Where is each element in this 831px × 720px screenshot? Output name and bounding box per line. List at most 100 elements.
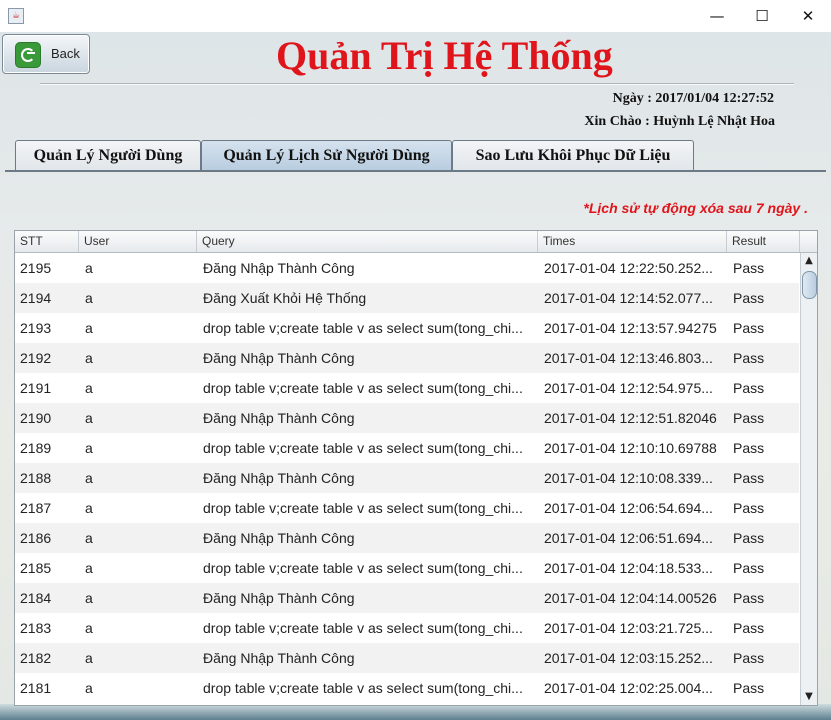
cell-user: a (85, 500, 93, 516)
cell-times: 2017-01-04 12:04:14.00526 (544, 590, 717, 606)
cell-query: drop table v;create table v as select su… (203, 320, 523, 336)
cell-stt: 2188 (20, 470, 52, 486)
table-row[interactable]: 2192 a Đăng Nhập Thành Công 2017-01-04 12:1… (15, 343, 799, 373)
cell-times: 2017-01-04 12:06:51.694... (544, 530, 713, 546)
cell-stt: 2195 (20, 260, 52, 276)
cell-query: drop table v;create table v as select su… (203, 440, 523, 456)
cell-stt: 2194 (20, 290, 52, 306)
table-row[interactable]: 2185 a drop table v;create table v as sele… (15, 553, 799, 583)
cell-result: Pass (733, 350, 765, 366)
table-row[interactable]: 2184 a Đăng Nhập Thành Công 2017-01-04 12:0… (15, 583, 799, 613)
cell-times: 2017-01-04 12:03:15.252... (544, 650, 713, 666)
cell-query: Đăng Nhập Thành Công (203, 350, 355, 366)
column-header-query[interactable]: Query (197, 231, 538, 252)
table-row[interactable]: 2194 a Đăng Xuất Khỏi Hệ Thống 2017-01-04 1… (15, 283, 799, 313)
cell-times: 2017-01-04 12:10:10.69788 (544, 440, 717, 456)
cell-query: Đăng Xuất Khỏi Hệ Thống (203, 290, 367, 306)
cell-result: Pass (733, 410, 765, 426)
title-divider (40, 83, 794, 85)
cell-result: Pass (733, 680, 765, 696)
cell-result: Pass (733, 590, 765, 606)
vertical-scrollbar[interactable]: ▲ ▼ (800, 253, 817, 705)
tab-underline (5, 170, 826, 172)
table-row[interactable]: 2190 a Đăng Nhập Thành Công 2017-01-04 12:1… (15, 403, 799, 433)
cell-user: a (85, 350, 93, 366)
cell-times: 2017-01-04 12:13:57.94275 (544, 320, 717, 336)
scroll-down-icon[interactable]: ▼ (801, 689, 817, 705)
cell-times: 2017-01-04 12:03:21.725... (544, 620, 713, 636)
cell-query: drop table v;create table v as select su… (203, 680, 523, 696)
cell-result: Pass (733, 560, 765, 576)
cell-times: 2017-01-04 12:06:54.694... (544, 500, 713, 516)
cell-times: 2017-01-04 12:22:50.252... (544, 260, 713, 276)
cell-user: a (85, 620, 93, 636)
cell-stt: 2186 (20, 530, 52, 546)
cell-query: Đăng Nhập Thành Công (203, 650, 355, 666)
cell-query: drop table v;create table v as select su… (203, 560, 523, 576)
cell-stt: 2185 (20, 560, 52, 576)
close-button[interactable]: ✕ (785, 0, 831, 32)
cell-stt: 2184 (20, 590, 52, 606)
cell-user: a (85, 380, 93, 396)
table-row[interactable]: 2187 a drop table v;create table v as sele… (15, 493, 799, 523)
cell-query: drop table v;create table v as select su… (203, 380, 523, 396)
table-row[interactable]: 2189 a drop table v;create table v as sele… (15, 433, 799, 463)
cell-user: a (85, 440, 93, 456)
cell-times: 2017-01-04 12:13:46.803... (544, 350, 713, 366)
cell-query: Đăng Nhập Thành Công (203, 590, 355, 606)
column-header-stt[interactable]: STT (15, 231, 79, 252)
tab-user-history[interactable]: Quản Lý Lịch Sử Người Dùng (201, 140, 452, 170)
table-row[interactable]: 2188 a Đăng Nhập Thành Công 2017-01-04 12:1… (15, 463, 799, 493)
cell-result: Pass (733, 380, 765, 396)
tab-backup-restore[interactable]: Sao Lưu Khôi Phục Dữ Liệu (452, 140, 694, 170)
history-table: STT User Query Times Result 2195 a Đăng Nh… (14, 230, 818, 706)
cell-result: Pass (733, 440, 765, 456)
back-button[interactable]: Back (2, 34, 90, 74)
tab-user-management[interactable]: Quản Lý Người Dùng (15, 140, 201, 170)
date-label: Ngày : 2017/01/04 12:27:52 (612, 91, 774, 106)
greeting-label: Xin Chào : Huỳnh Lệ Nhật Hoa (584, 114, 775, 129)
column-header-user[interactable]: User (79, 231, 197, 252)
scrollbar-thumb[interactable] (802, 271, 817, 299)
window-titlebar: ☕ — ☐ ✕ (0, 0, 831, 32)
table-row[interactable]: 2183 a drop table v;create table v as sele… (15, 613, 799, 643)
cell-user: a (85, 470, 93, 486)
cell-query: Đăng Nhập Thành Công (203, 470, 355, 486)
cell-stt: 2192 (20, 350, 52, 366)
cell-user: a (85, 530, 93, 546)
minimize-button[interactable]: — (694, 0, 740, 32)
column-header-times[interactable]: Times (538, 231, 727, 252)
table-row[interactable]: 2182 a Đăng Nhập Thành Công 2017-01-04 12:0… (15, 643, 799, 673)
cell-times: 2017-01-04 12:14:52.077... (544, 290, 713, 306)
table-row[interactable]: 2181 a drop table v;create table v as sele… (15, 673, 799, 703)
table-row[interactable]: 2191 a drop table v;create table v as sele… (15, 373, 799, 403)
table-row[interactable]: 2195 a Đăng Nhập Thành Công 2017-01-04 12:2… (15, 253, 799, 283)
cell-result: Pass (733, 260, 765, 276)
cell-stt: 2183 (20, 620, 52, 636)
cell-result: Pass (733, 320, 765, 336)
column-header-result[interactable]: Result (727, 231, 800, 252)
cell-result: Pass (733, 530, 765, 546)
cell-user: a (85, 290, 93, 306)
cell-stt: 2181 (20, 680, 52, 696)
cell-query: drop table v;create table v as select su… (203, 500, 523, 516)
java-cup-icon: ☕ (8, 8, 24, 24)
cell-result: Pass (733, 290, 765, 306)
scroll-up-icon[interactable]: ▲ (801, 253, 817, 269)
cell-times: 2017-01-04 12:02:25.004... (544, 680, 713, 696)
table-row[interactable]: 2193 a drop table v;create table v as sele… (15, 313, 799, 343)
cell-result: Pass (733, 470, 765, 486)
cell-stt: 2182 (20, 650, 52, 666)
back-button-label: Back (51, 46, 80, 61)
cell-user: a (85, 320, 93, 336)
maximize-button[interactable]: ☐ (739, 0, 785, 32)
cell-result: Pass (733, 650, 765, 666)
cell-user: a (85, 590, 93, 606)
cell-stt: 2189 (20, 440, 52, 456)
table-row[interactable]: 2186 a Đăng Nhập Thành Công 2017-01-04 12:0… (15, 523, 799, 553)
cell-stt: 2191 (20, 380, 52, 396)
cell-result: Pass (733, 500, 765, 516)
cell-user: a (85, 560, 93, 576)
auto-delete-note: *Lịch sử tự động xóa sau 7 ngày . (583, 200, 808, 216)
cell-user: a (85, 650, 93, 666)
